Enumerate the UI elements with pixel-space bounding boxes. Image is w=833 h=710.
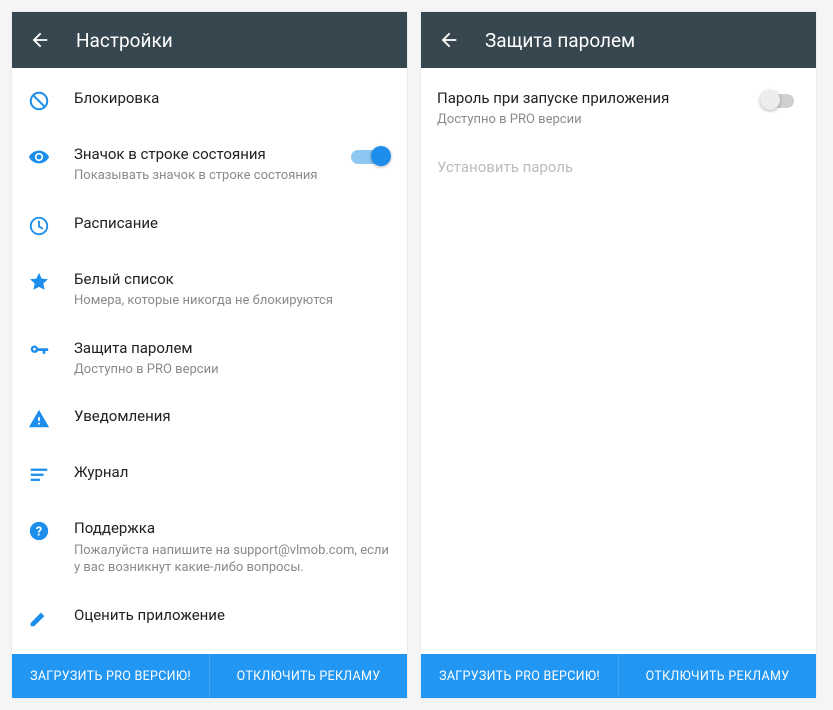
statusbar-icon-switch[interactable] — [351, 146, 391, 168]
settings-item-notifications[interactable]: Уведомления — [12, 392, 407, 448]
arrow-back-icon — [29, 29, 51, 51]
arrow-back-icon — [438, 29, 460, 51]
help-icon: ? — [28, 520, 50, 542]
appbar: Защита паролем — [421, 12, 816, 68]
password-content: Пароль при запуске приложения Доступно в… — [421, 68, 816, 654]
warning-icon — [28, 408, 50, 430]
back-button[interactable] — [28, 28, 52, 52]
eye-icon — [28, 146, 50, 168]
block-icon — [28, 90, 50, 112]
row-title: Пароль при запуске приложения — [437, 88, 744, 108]
settings-screen: Настройки Блокировка Значок в строке сос… — [12, 12, 407, 698]
settings-item-blocking[interactable]: Блокировка — [12, 74, 407, 130]
clock-icon — [28, 215, 50, 237]
appbar: Настройки — [12, 12, 407, 68]
star-icon — [28, 271, 50, 293]
settings-item-label: Защита паролем — [74, 338, 391, 358]
settings-item-whitelist[interactable]: Белый список Номера, которые никогда не … — [12, 255, 407, 324]
appbar-title: Настройки — [76, 29, 173, 52]
settings-item-sub: Пожалуйста напишите на support@vlmob.com… — [74, 542, 391, 577]
settings-item-rate[interactable]: Оценить приложение — [12, 591, 407, 647]
appbar-title: Защита паролем — [485, 29, 635, 52]
key-icon — [28, 340, 50, 362]
settings-item-label: Поддержка — [74, 518, 391, 538]
settings-item-label: Значок в строке состояния — [74, 144, 327, 164]
settings-item-label: Белый список — [74, 269, 391, 289]
settings-item-sub: Показывать значок в строке состояния — [74, 167, 327, 185]
settings-list[interactable]: Блокировка Значок в строке состояния Пок… — [12, 68, 407, 654]
password-screen: Защита паролем Пароль при запуске прилож… — [421, 12, 816, 698]
settings-item-log[interactable]: Журнал — [12, 448, 407, 504]
settings-item-password[interactable]: Защита паролем Доступно в PRO версии — [12, 324, 407, 393]
disable-ads-button[interactable]: ОТКЛЮЧИТЬ РЕКЛАМУ — [619, 654, 816, 698]
back-button[interactable] — [437, 28, 461, 52]
settings-item-statusbar-icon[interactable]: Значок в строке состояния Показывать зна… — [12, 130, 407, 199]
set-password-row[interactable]: Установить пароль — [421, 143, 816, 191]
rate-icon — [28, 607, 50, 629]
lines-icon — [28, 464, 50, 486]
row-title: Установить пароль — [437, 157, 800, 177]
settings-item-label: Уведомления — [74, 406, 391, 426]
bottom-bar: ЗАГРУЗИТЬ PRO ВЕРСИЮ! ОТКЛЮЧИТЬ РЕКЛАМУ — [12, 654, 407, 698]
settings-item-sub: Номера, которые никогда не блокируются — [74, 292, 391, 310]
settings-item-sub: Доступно в PRO версии — [74, 361, 391, 379]
settings-item-support[interactable]: ? Поддержка Пожалуйста напишите на suppo… — [12, 504, 407, 590]
settings-item-label: Расписание — [74, 213, 391, 233]
svg-text:?: ? — [36, 525, 42, 540]
settings-item-label: Блокировка — [74, 88, 391, 108]
settings-item-schedule[interactable]: Расписание — [12, 199, 407, 255]
disable-ads-button[interactable]: ОТКЛЮЧИТЬ РЕКЛАМУ — [210, 654, 407, 698]
download-pro-button[interactable]: ЗАГРУЗИТЬ PRO ВЕРСИЮ! — [12, 654, 210, 698]
settings-item-label: Журнал — [74, 462, 391, 482]
bottom-bar: ЗАГРУЗИТЬ PRO ВЕРСИЮ! ОТКЛЮЧИТЬ РЕКЛАМУ — [421, 654, 816, 698]
password-on-launch-row[interactable]: Пароль при запуске приложения Доступно в… — [421, 74, 816, 143]
settings-item-label: Оценить приложение — [74, 605, 391, 625]
download-pro-button[interactable]: ЗАГРУЗИТЬ PRO ВЕРСИЮ! — [421, 654, 619, 698]
password-on-launch-switch[interactable] — [760, 90, 800, 112]
row-sub: Доступно в PRO версии — [437, 111, 744, 129]
